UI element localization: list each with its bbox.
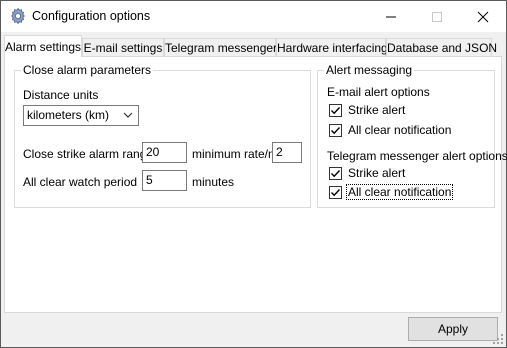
strike-range-value: 20 <box>146 145 160 159</box>
tab-label: E-mail settings <box>83 41 163 55</box>
gear-icon <box>9 7 27 25</box>
tab-label: Alarm settings <box>5 40 82 54</box>
distance-units-label: Distance units <box>23 88 99 102</box>
minimize-button[interactable] <box>368 1 414 32</box>
close-alarm-group: Close alarm parameters Distance units ki… <box>14 63 311 208</box>
window-title: Configuration options <box>32 9 151 23</box>
checkmark-icon <box>331 127 341 135</box>
watch-period-value: 5 <box>146 173 153 187</box>
apply-button[interactable]: Apply <box>408 317 498 341</box>
telegram-strike-alert-checkbox[interactable] <box>329 167 342 180</box>
checkmark-icon <box>331 189 341 197</box>
checkmark-icon <box>331 107 341 115</box>
telegram-all-clear-label[interactable]: All clear notification <box>345 184 454 200</box>
tab-strip: Alarm settings E-mail settings Telegram … <box>4 35 502 57</box>
close-icon <box>477 11 489 23</box>
alert-messaging-group-title: Alert messaging <box>324 63 415 77</box>
strike-range-label: Close strike alarm range <box>23 147 154 161</box>
close-alarm-group-title: Close alarm parameters <box>21 63 154 77</box>
resize-grip-icon[interactable] <box>492 333 504 345</box>
minimize-icon <box>386 16 396 18</box>
email-all-clear-label[interactable]: All clear notification <box>348 123 451 137</box>
email-all-clear-checkbox[interactable] <box>329 124 342 137</box>
distance-units-value: kilometers (km) <box>27 108 110 122</box>
maximize-button[interactable] <box>414 1 460 32</box>
watch-period-input[interactable]: 5 <box>142 170 187 191</box>
tab-database-and-json[interactable]: Database and JSON <box>386 38 497 56</box>
apply-button-label: Apply <box>437 322 469 336</box>
tab-alarm-settings[interactable]: Alarm settings <box>4 35 82 57</box>
tab-hardware-interfacing[interactable]: Hardware interfacing <box>276 38 388 56</box>
minutes-label: minutes <box>192 175 235 189</box>
alert-messaging-group: Alert messaging E-mail alert options Str… <box>317 63 507 208</box>
maximize-icon <box>432 12 442 22</box>
telegram-strike-alert-label[interactable]: Strike alert <box>348 166 405 180</box>
watch-period-label: All clear watch period <box>23 175 138 189</box>
configuration-window: Configuration options Alarm settings E-m… <box>0 0 507 348</box>
chevron-down-icon <box>123 112 133 118</box>
telegram-all-clear-checkbox[interactable] <box>329 186 342 199</box>
alarm-settings-panel: Close alarm parameters Distance units ki… <box>4 56 507 313</box>
tab-telegram-messenger[interactable]: Telegram messenger <box>164 38 278 56</box>
tab-label: Database and JSON <box>387 41 498 55</box>
close-button[interactable] <box>460 1 506 32</box>
email-strike-alert-label[interactable]: Strike alert <box>348 103 405 117</box>
distance-units-select[interactable]: kilometers (km) <box>23 105 139 126</box>
tab-label: Telegram messenger <box>165 41 278 55</box>
checkmark-icon <box>331 170 341 178</box>
strike-range-input[interactable]: 20 <box>142 142 187 163</box>
telegram-alert-options-heading: Telegram messenger alert options <box>327 149 507 163</box>
email-strike-alert-checkbox[interactable] <box>329 104 342 117</box>
min-rate-label: minimum rate/m <box>192 147 279 161</box>
min-rate-value: 2 <box>276 145 283 159</box>
title-bar[interactable]: Configuration options <box>1 1 506 32</box>
min-rate-input[interactable]: 2 <box>272 142 302 163</box>
tab-email-settings[interactable]: E-mail settings <box>82 38 164 56</box>
email-alert-options-heading: E-mail alert options <box>327 85 430 99</box>
tab-label: Hardware interfacing <box>277 41 388 55</box>
